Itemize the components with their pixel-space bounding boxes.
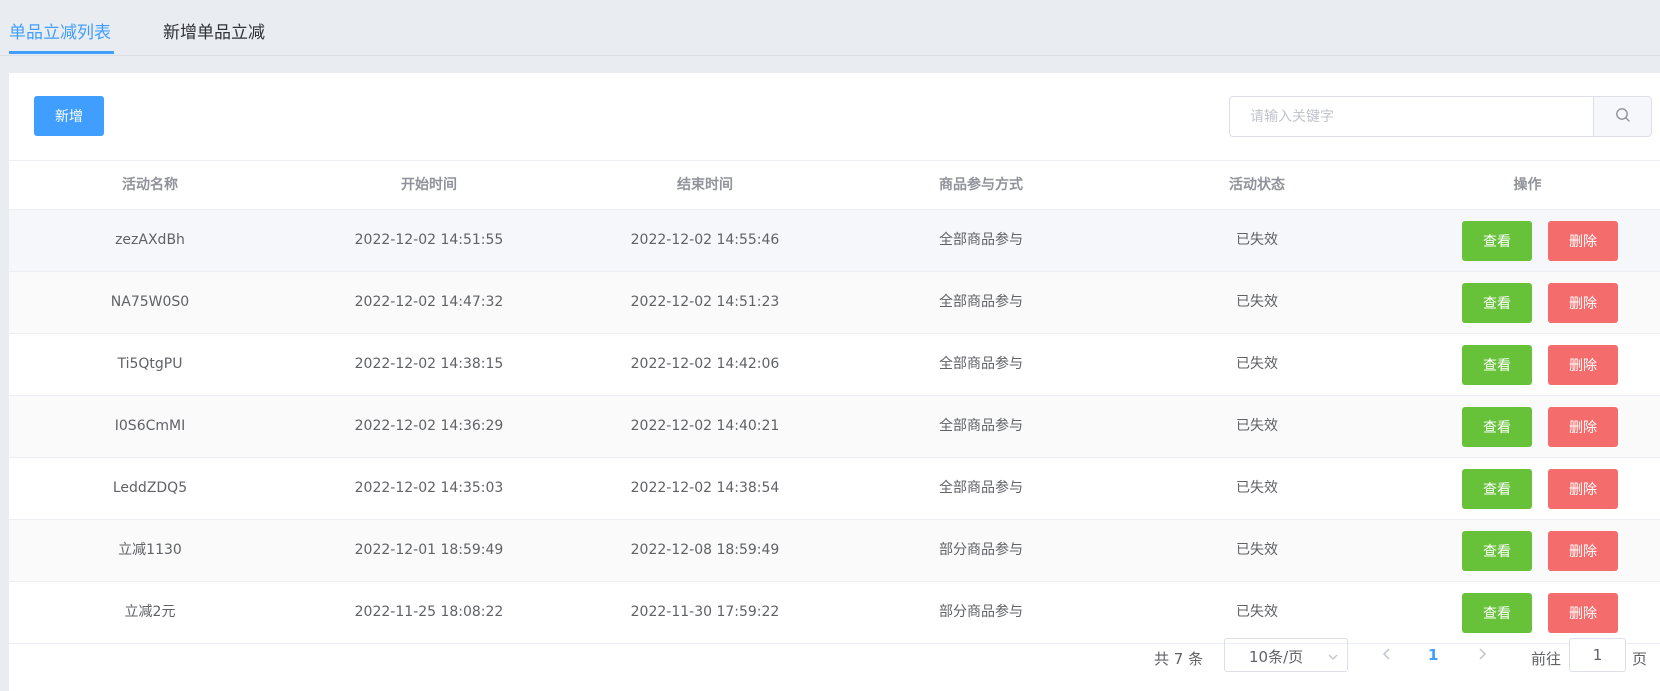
cell-end-time: 2022-12-02 14:38:54 xyxy=(630,480,780,496)
search-input[interactable] xyxy=(1230,97,1582,136)
view-button[interactable]: 查看 xyxy=(1462,593,1532,633)
table-row: I0S6CmMI 2022-12-02 14:36:29 2022-12-02 … xyxy=(9,396,1660,458)
page-size-value: 10条/页 xyxy=(1249,648,1304,666)
cell-end-time: 2022-11-30 17:59:22 xyxy=(630,604,780,620)
tab-add-single-discount[interactable]: 新增单品立减 xyxy=(163,18,265,43)
table-row: NA75W0S0 2022-12-02 14:47:32 2022-12-02 … xyxy=(9,272,1660,334)
total-count: 共 7 条 xyxy=(1154,650,1204,668)
table-row: LeddZDQ5 2022-12-02 14:35:03 2022-12-02 … xyxy=(9,458,1660,520)
cell-end-time: 2022-12-02 14:55:46 xyxy=(630,232,780,248)
goto-label: 前往 xyxy=(1531,650,1562,668)
cell-participation-mode: 全部商品参与 xyxy=(939,294,1023,310)
delete-button[interactable]: 删除 xyxy=(1548,283,1618,323)
cell-participation-mode: 全部商品参与 xyxy=(939,232,1023,248)
cell-end-time: 2022-12-02 14:51:23 xyxy=(630,294,780,310)
cell-name: NA75W0S0 xyxy=(110,294,190,310)
cell-name: Ti5QtgPU xyxy=(117,356,183,372)
cell-end-time: 2022-12-08 18:59:49 xyxy=(630,542,780,558)
chevron-right-icon[interactable] xyxy=(1476,646,1488,666)
cell-start-time: 2022-11-25 18:08:22 xyxy=(354,604,504,620)
cell-status: 已失效 xyxy=(1236,232,1278,248)
goto-page-input[interactable] xyxy=(1569,638,1626,672)
chevron-left-icon[interactable] xyxy=(1381,646,1393,666)
search-button[interactable] xyxy=(1593,97,1651,136)
table-row: 立减1130 2022-12-01 18:59:49 2022-12-08 18… xyxy=(9,520,1660,582)
cell-name: LeddZDQ5 xyxy=(112,480,188,496)
view-button[interactable]: 查看 xyxy=(1462,531,1532,571)
cell-name: 立减2元 xyxy=(124,604,176,620)
table-row: 立减2元 2022-11-25 18:08:22 2022-11-30 17:5… xyxy=(9,582,1660,644)
cell-participation-mode: 部分商品参与 xyxy=(939,542,1023,558)
chevron-down-icon xyxy=(1327,648,1339,667)
cell-start-time: 2022-12-02 14:51:55 xyxy=(354,232,504,248)
cell-status: 已失效 xyxy=(1236,356,1278,372)
view-button[interactable]: 查看 xyxy=(1462,221,1532,261)
column-header-end-time: 结束时间 xyxy=(677,177,733,193)
cell-status: 已失效 xyxy=(1236,480,1278,496)
delete-button[interactable]: 删除 xyxy=(1548,469,1618,509)
column-header-actions: 操作 xyxy=(1513,177,1542,193)
cell-start-time: 2022-12-02 14:35:03 xyxy=(354,480,504,496)
table-row: zezAXdBh 2022-12-02 14:51:55 2022-12-02 … xyxy=(9,210,1660,272)
cell-end-time: 2022-12-02 14:42:06 xyxy=(630,356,780,372)
page-number-current[interactable]: 1 xyxy=(1428,646,1438,664)
page-size-select[interactable]: 10条/页 xyxy=(1224,638,1348,672)
cell-participation-mode: 全部商品参与 xyxy=(939,356,1023,372)
view-button[interactable]: 查看 xyxy=(1462,283,1532,323)
cell-start-time: 2022-12-02 14:38:15 xyxy=(354,356,504,372)
cell-start-time: 2022-12-02 14:47:32 xyxy=(354,294,504,310)
active-tab-indicator xyxy=(9,51,114,54)
view-button[interactable]: 查看 xyxy=(1462,469,1532,509)
cell-participation-mode: 全部商品参与 xyxy=(939,480,1023,496)
delete-button[interactable]: 删除 xyxy=(1548,345,1618,385)
column-header-participation-mode: 商品参与方式 xyxy=(939,177,1023,193)
cell-status: 已失效 xyxy=(1236,294,1278,310)
cell-start-time: 2022-12-02 14:36:29 xyxy=(354,418,504,434)
table-header: 活动名称 开始时间 结束时间 商品参与方式 活动状态 操作 xyxy=(9,160,1660,210)
cell-participation-mode: 部分商品参与 xyxy=(939,604,1023,620)
tab-single-discount-list[interactable]: 单品立减列表 xyxy=(9,18,111,43)
cell-status: 已失效 xyxy=(1236,604,1278,620)
cell-status: 已失效 xyxy=(1236,542,1278,558)
cell-name: 立减1130 xyxy=(118,542,182,558)
cell-status: 已失效 xyxy=(1236,418,1278,434)
search-icon xyxy=(1615,107,1631,127)
activity-table: 活动名称 开始时间 结束时间 商品参与方式 活动状态 操作 zezAXdBh 2… xyxy=(9,160,1660,644)
delete-button[interactable]: 删除 xyxy=(1548,407,1618,447)
delete-button[interactable]: 删除 xyxy=(1548,531,1618,571)
cell-name: I0S6CmMI xyxy=(114,418,186,434)
search-box xyxy=(1229,96,1652,137)
pagination: 共 7 条 10条/页 1 前往 页 xyxy=(9,638,1660,678)
delete-button[interactable]: 删除 xyxy=(1548,221,1618,261)
cell-name: zezAXdBh xyxy=(115,232,185,248)
column-header-start-time: 开始时间 xyxy=(401,177,457,193)
add-button[interactable]: 新增 xyxy=(34,96,104,136)
column-header-status: 活动状态 xyxy=(1229,177,1285,193)
cell-participation-mode: 全部商品参与 xyxy=(939,418,1023,434)
main-panel: 新增 活动名称 开始时间 结束时间 商品参与方式 活动状态 操作 zezAXdB… xyxy=(9,73,1660,691)
view-button[interactable]: 查看 xyxy=(1462,407,1532,447)
cell-end-time: 2022-12-02 14:40:21 xyxy=(630,418,780,434)
view-button[interactable]: 查看 xyxy=(1462,345,1532,385)
column-header-name: 活动名称 xyxy=(122,177,178,193)
cell-start-time: 2022-12-01 18:59:49 xyxy=(354,542,504,558)
table-row: Ti5QtgPU 2022-12-02 14:38:15 2022-12-02 … xyxy=(9,334,1660,396)
goto-suffix: 页 xyxy=(1632,650,1648,668)
tab-bar: 单品立减列表 新增单品立减 xyxy=(0,0,1660,56)
delete-button[interactable]: 删除 xyxy=(1548,593,1618,633)
